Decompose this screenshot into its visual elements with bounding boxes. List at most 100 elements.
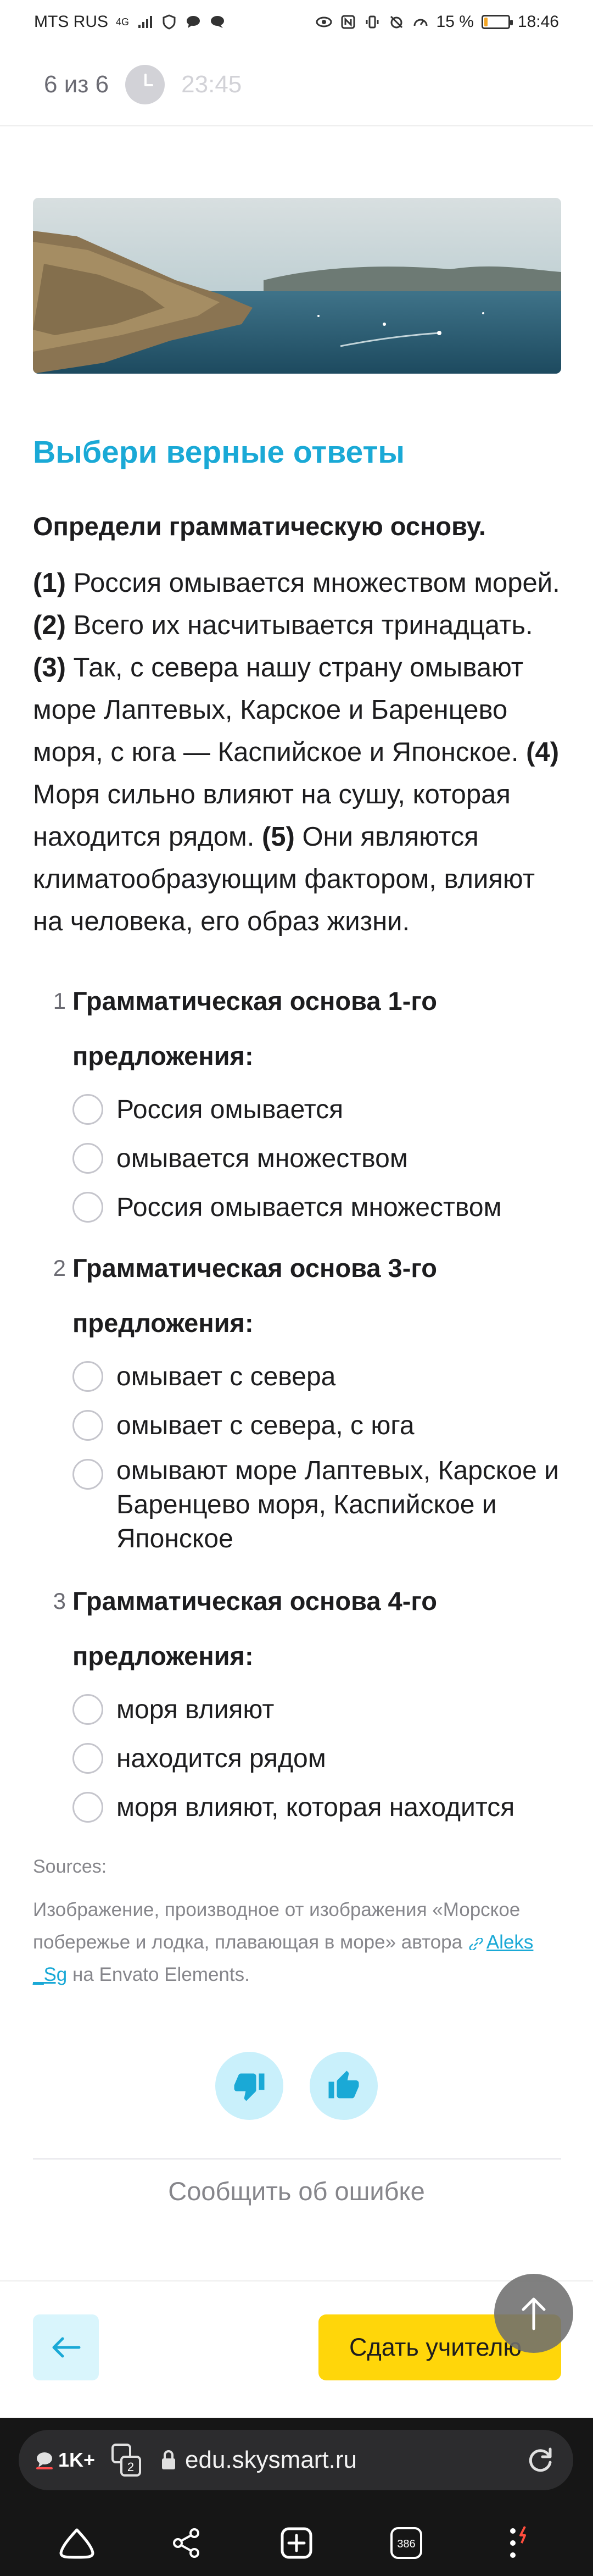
extensions-chip[interactable]: 1K+ bbox=[35, 2449, 108, 2472]
question-1: 1 Грамматическая основа 1-го предложения… bbox=[33, 974, 560, 1228]
battery-percent: 15 % bbox=[436, 13, 474, 31]
dislike-button[interactable] bbox=[215, 2052, 283, 2120]
thumbs-up-icon bbox=[328, 2070, 359, 2098]
sentence-number: (5) bbox=[261, 822, 295, 852]
radio-button[interactable] bbox=[72, 1143, 103, 1174]
sentence-number: (1) bbox=[33, 568, 66, 598]
status-left: MTS RUS 4G bbox=[34, 13, 226, 31]
question-number: 2 bbox=[53, 1255, 66, 1281]
question-2: 2 Грамматическая основа 3-го предложения… bbox=[33, 1241, 560, 1556]
arrow-left-icon bbox=[52, 2337, 81, 2358]
new-tab-button[interactable] bbox=[275, 2521, 318, 2565]
answer-option[interactable]: омывают море Лаптевых, Карское и Баренце… bbox=[72, 1454, 560, 1556]
radio-button[interactable] bbox=[72, 1459, 103, 1490]
sentence-text: Россия омывается множеством морей. bbox=[65, 568, 560, 598]
option-label: находится рядом bbox=[116, 1744, 326, 1773]
task-header: 6 из 6 23:45 bbox=[0, 44, 593, 126]
plus-icon bbox=[281, 2527, 312, 2559]
radio-button[interactable] bbox=[72, 1192, 103, 1223]
like-button[interactable] bbox=[310, 2052, 378, 2120]
address-bar[interactable]: 1K+ 2 edu.skysmart.ru bbox=[19, 2430, 573, 2490]
answer-option[interactable]: Россия омывается bbox=[72, 1089, 560, 1130]
radio-button[interactable] bbox=[72, 1094, 103, 1125]
answer-option[interactable]: находится рядом bbox=[72, 1738, 560, 1779]
share-icon bbox=[173, 2528, 199, 2558]
question-header: 2 Грамматическая основа 3-го предложения… bbox=[33, 1241, 560, 1351]
sentence-text: Всего их насчитывается тринадцать. bbox=[65, 610, 533, 640]
sentence-number: (4) bbox=[526, 737, 560, 767]
back-button[interactable] bbox=[33, 2314, 99, 2380]
sentence-text: Так, с севера нашу страну омывают море Л… bbox=[33, 653, 527, 767]
task-instruction: Определи грамматическую основу. bbox=[33, 512, 486, 541]
thumbs-down-icon bbox=[234, 2073, 265, 2101]
vibrate-icon bbox=[364, 14, 381, 30]
status-bar: MTS RUS 4G 15 % 18:46 bbox=[0, 0, 593, 44]
sources-text: Изображение, производное от изображения … bbox=[33, 1894, 560, 1991]
question-text: Грамматическая основа 4-го предложения: bbox=[72, 1586, 438, 1670]
home-button[interactable] bbox=[55, 2521, 99, 2565]
browser-nav-row: 386 bbox=[0, 2516, 593, 2571]
chat-icon bbox=[185, 14, 202, 30]
clock-time: 18:46 bbox=[517, 13, 559, 31]
eye-icon bbox=[316, 14, 332, 30]
option-label: омывается множеством bbox=[116, 1144, 408, 1173]
battery-icon bbox=[481, 15, 513, 29]
option-label: моря влияют bbox=[116, 1695, 275, 1724]
share-button[interactable] bbox=[165, 2521, 209, 2565]
battery-fill bbox=[484, 18, 488, 26]
option-label: омывает с севера bbox=[116, 1362, 336, 1391]
radio-button[interactable] bbox=[72, 1694, 103, 1725]
answer-option[interactable]: омывается множеством bbox=[72, 1138, 560, 1179]
carrier-name: MTS RUS bbox=[34, 13, 108, 31]
speed-icon bbox=[412, 14, 429, 30]
reload-icon[interactable] bbox=[524, 2444, 557, 2477]
sources-description: Изображение, производное от изображения … bbox=[33, 1899, 521, 1953]
url-text: edu.skysmart.ru bbox=[185, 2446, 357, 2473]
answer-option[interactable]: моря влияют bbox=[72, 1689, 560, 1730]
reading-passage: (1) Россия омывается множеством морей. (… bbox=[33, 562, 560, 943]
radio-button[interactable] bbox=[72, 1743, 103, 1774]
answer-option[interactable]: омывает с севера bbox=[72, 1356, 560, 1397]
alarm-off-icon bbox=[388, 14, 405, 30]
question-number: 1 bbox=[53, 988, 66, 1014]
radio-button[interactable] bbox=[72, 1792, 103, 1823]
timer-value: 23:45 bbox=[181, 71, 242, 98]
tabs-button[interactable]: 386 bbox=[384, 2521, 428, 2565]
timer-icon bbox=[125, 65, 165, 104]
answer-option[interactable]: омывает с севера, с юга bbox=[72, 1405, 560, 1446]
bubble-icon bbox=[36, 2452, 53, 2469]
message-icon bbox=[209, 14, 226, 30]
report-error-link[interactable]: Сообщить об ошибке bbox=[0, 2176, 593, 2206]
option-label: омывает с севера, с юга bbox=[116, 1411, 415, 1440]
sentence-number: (3) bbox=[33, 653, 66, 682]
tab-count-icon: 386 bbox=[390, 2527, 422, 2559]
sentence-number: (2) bbox=[33, 610, 66, 640]
feedback-buttons bbox=[0, 2052, 593, 2120]
link-icon bbox=[469, 1937, 483, 1951]
tabs-icon: 2 bbox=[111, 2444, 142, 2477]
question-3: 3 Грамматическая основа 4-го предложения… bbox=[33, 1574, 560, 1828]
menu-button[interactable] bbox=[494, 2521, 538, 2565]
network-type: 4G bbox=[116, 16, 130, 27]
option-label: Россия омывается bbox=[116, 1095, 344, 1124]
radio-button[interactable] bbox=[72, 1410, 103, 1441]
answer-option[interactable]: Россия омывается множеством bbox=[72, 1187, 560, 1228]
answer-option[interactable]: моря влияют, которая находится bbox=[72, 1787, 560, 1828]
browser-toolbar: 1K+ 2 edu.skysmart.ru 386 bbox=[0, 2418, 593, 2576]
question-number: 3 bbox=[53, 1588, 66, 1614]
question-header: 1 Грамматическая основа 1-го предложения… bbox=[33, 974, 560, 1084]
nfc-icon bbox=[340, 14, 356, 30]
tabs-badge: 2 bbox=[127, 2460, 134, 2474]
status-right: 15 % 18:46 bbox=[316, 13, 559, 31]
signal-icon bbox=[137, 14, 153, 30]
tab-groups-button[interactable]: 2 bbox=[108, 2442, 143, 2478]
more-vertical-icon bbox=[510, 2526, 526, 2558]
shield-icon bbox=[161, 14, 177, 30]
sources-suffix: на Envato Elements. bbox=[67, 1964, 250, 1985]
radio-button[interactable] bbox=[72, 1361, 103, 1392]
extensions-count: 1K+ bbox=[58, 2449, 96, 2471]
arrow-up-icon bbox=[522, 2297, 546, 2330]
question-header: 3 Грамматическая основа 4-го предложения… bbox=[33, 1574, 560, 1684]
lock-icon bbox=[162, 2450, 176, 2469]
scroll-to-top-button[interactable] bbox=[494, 2274, 573, 2353]
